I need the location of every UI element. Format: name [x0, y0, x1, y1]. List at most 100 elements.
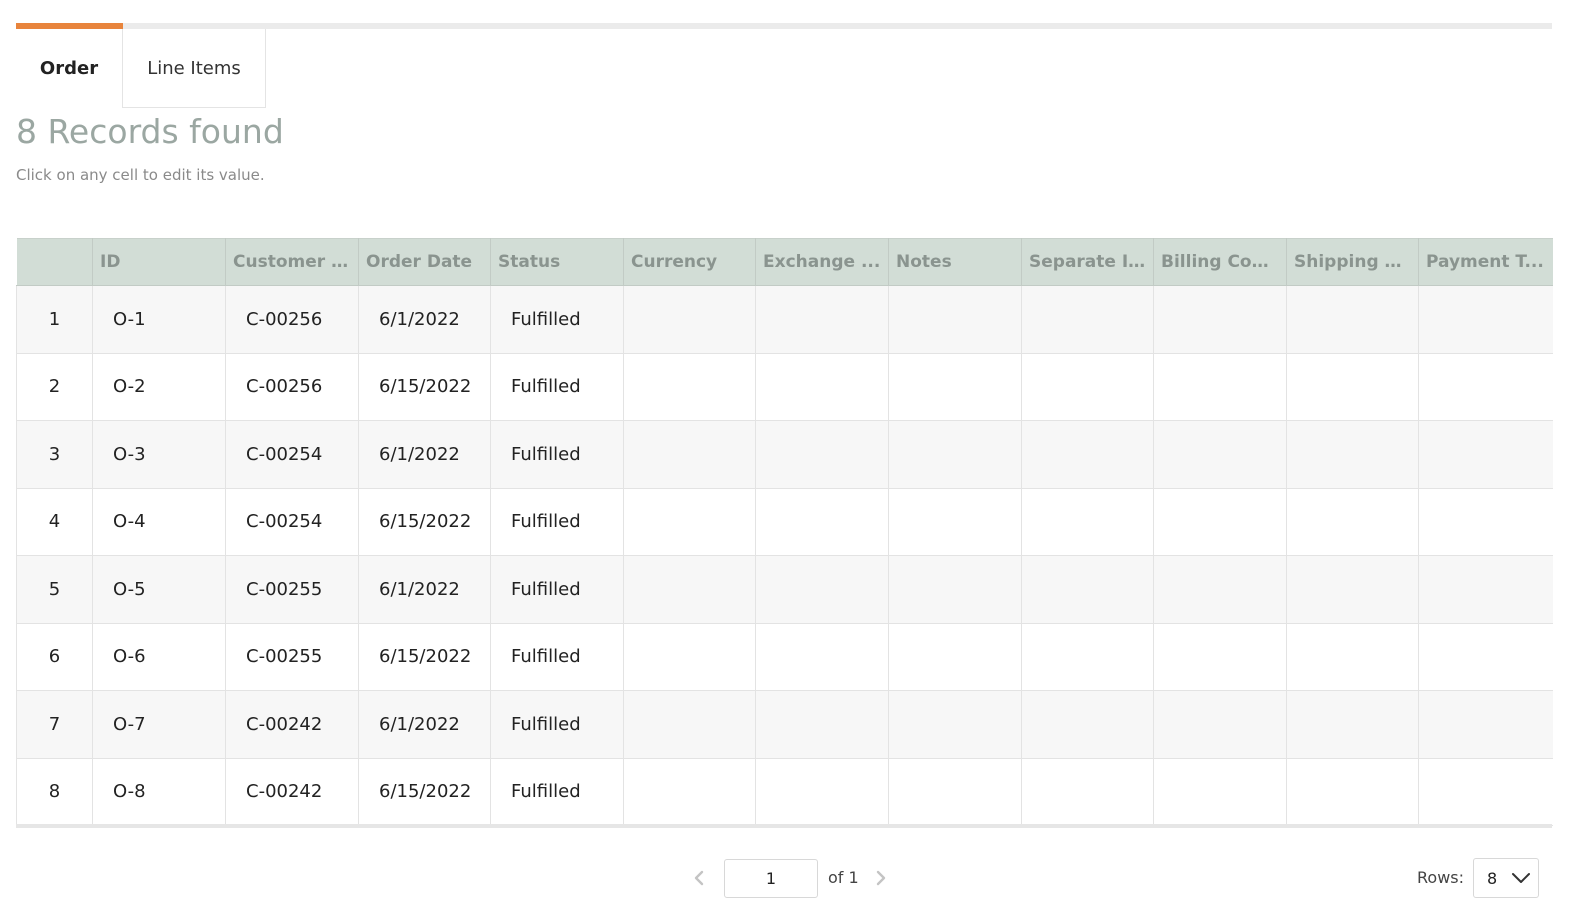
- status-cell[interactable]: Fulfilled: [490, 623, 624, 691]
- status-cell[interactable]: Fulfilled: [490, 420, 624, 489]
- billing-contact-cell[interactable]: [1153, 555, 1287, 624]
- notes-cell[interactable]: [888, 420, 1022, 489]
- id-cell[interactable]: O-4: [92, 488, 226, 556]
- notes-cell[interactable]: [888, 690, 1022, 759]
- id-cell[interactable]: O-1: [92, 285, 226, 354]
- shipping-contact-cell[interactable]: [1286, 285, 1419, 354]
- status-cell[interactable]: Fulfilled: [490, 758, 624, 826]
- order-date-cell[interactable]: 6/1/2022: [358, 690, 491, 759]
- rows-per-page-select[interactable]: 8: [1473, 858, 1539, 898]
- column-header-shipping-contact[interactable]: Shipping C...: [1286, 238, 1419, 286]
- shipping-contact-cell[interactable]: [1286, 758, 1419, 826]
- exchange-rate-cell[interactable]: [755, 420, 889, 489]
- payment-terms-cell[interactable]: [1418, 353, 1553, 421]
- id-cell[interactable]: O-8: [92, 758, 226, 826]
- shipping-contact-cell[interactable]: [1286, 690, 1419, 759]
- status-cell[interactable]: Fulfilled: [490, 690, 624, 759]
- status-cell[interactable]: Fulfilled: [490, 353, 624, 421]
- billing-contact-cell[interactable]: [1153, 623, 1287, 691]
- customer-id-cell[interactable]: C-00256: [225, 285, 359, 354]
- separate-invoice-cell[interactable]: [1021, 285, 1154, 354]
- payment-terms-cell[interactable]: [1418, 690, 1553, 759]
- separate-invoice-cell[interactable]: [1021, 353, 1154, 421]
- shipping-contact-cell[interactable]: [1286, 623, 1419, 691]
- billing-contact-cell[interactable]: [1153, 690, 1287, 759]
- currency-cell[interactable]: [623, 420, 756, 489]
- payment-terms-cell[interactable]: [1418, 555, 1553, 624]
- column-header-notes[interactable]: Notes: [888, 238, 1022, 286]
- order-date-cell[interactable]: 6/1/2022: [358, 420, 491, 489]
- status-cell[interactable]: Fulfilled: [490, 555, 624, 624]
- currency-cell[interactable]: [623, 488, 756, 556]
- id-cell[interactable]: O-3: [92, 420, 226, 489]
- column-header-billing-contact[interactable]: Billing Con...: [1153, 238, 1287, 286]
- notes-cell[interactable]: [888, 555, 1022, 624]
- column-header-currency[interactable]: Currency: [623, 238, 756, 286]
- column-header-payment-terms[interactable]: Payment T...: [1418, 238, 1553, 286]
- column-header-exchange-rate[interactable]: Exchange ...: [755, 238, 889, 286]
- column-header-status[interactable]: Status: [490, 238, 624, 286]
- customer-id-cell[interactable]: C-00254: [225, 488, 359, 556]
- page-number-input[interactable]: [724, 859, 818, 898]
- order-date-cell[interactable]: 6/15/2022: [358, 758, 491, 826]
- currency-cell[interactable]: [623, 758, 756, 826]
- column-header-separate-invoice[interactable]: Separate I...: [1021, 238, 1154, 286]
- customer-id-cell[interactable]: C-00256: [225, 353, 359, 421]
- id-cell[interactable]: O-6: [92, 623, 226, 691]
- payment-terms-cell[interactable]: [1418, 488, 1553, 556]
- order-date-cell[interactable]: 6/1/2022: [358, 555, 491, 624]
- shipping-contact-cell[interactable]: [1286, 488, 1419, 556]
- previous-page-button[interactable]: [688, 866, 710, 890]
- customer-id-cell[interactable]: C-00242: [225, 758, 359, 826]
- exchange-rate-cell[interactable]: [755, 353, 889, 421]
- status-cell[interactable]: Fulfilled: [490, 488, 624, 556]
- customer-id-cell[interactable]: C-00242: [225, 690, 359, 759]
- currency-cell[interactable]: [623, 690, 756, 759]
- exchange-rate-cell[interactable]: [755, 758, 889, 826]
- payment-terms-cell[interactable]: [1418, 758, 1553, 826]
- billing-contact-cell[interactable]: [1153, 758, 1287, 826]
- notes-cell[interactable]: [888, 488, 1022, 556]
- separate-invoice-cell[interactable]: [1021, 623, 1154, 691]
- currency-cell[interactable]: [623, 285, 756, 354]
- separate-invoice-cell[interactable]: [1021, 555, 1154, 624]
- customer-id-cell[interactable]: C-00255: [225, 555, 359, 624]
- id-cell[interactable]: O-7: [92, 690, 226, 759]
- shipping-contact-cell[interactable]: [1286, 420, 1419, 489]
- separate-invoice-cell[interactable]: [1021, 420, 1154, 489]
- separate-invoice-cell[interactable]: [1021, 690, 1154, 759]
- order-date-cell[interactable]: 6/1/2022: [358, 285, 491, 354]
- customer-id-cell[interactable]: C-00254: [225, 420, 359, 489]
- exchange-rate-cell[interactable]: [755, 555, 889, 624]
- order-date-cell[interactable]: 6/15/2022: [358, 623, 491, 691]
- currency-cell[interactable]: [623, 623, 756, 691]
- tab-order[interactable]: Order: [16, 29, 122, 108]
- customer-id-cell[interactable]: C-00255: [225, 623, 359, 691]
- notes-cell[interactable]: [888, 758, 1022, 826]
- notes-cell[interactable]: [888, 285, 1022, 354]
- tab-line-items[interactable]: Line Items: [122, 29, 266, 108]
- id-cell[interactable]: O-2: [92, 353, 226, 421]
- notes-cell[interactable]: [888, 353, 1022, 421]
- payment-terms-cell[interactable]: [1418, 285, 1553, 354]
- currency-cell[interactable]: [623, 555, 756, 624]
- shipping-contact-cell[interactable]: [1286, 555, 1419, 624]
- next-page-button[interactable]: [870, 866, 892, 890]
- exchange-rate-cell[interactable]: [755, 285, 889, 354]
- exchange-rate-cell[interactable]: [755, 623, 889, 691]
- order-date-cell[interactable]: 6/15/2022: [358, 488, 491, 556]
- payment-terms-cell[interactable]: [1418, 623, 1553, 691]
- exchange-rate-cell[interactable]: [755, 690, 889, 759]
- id-cell[interactable]: O-5: [92, 555, 226, 624]
- column-header-id[interactable]: ID: [92, 238, 226, 286]
- exchange-rate-cell[interactable]: [755, 488, 889, 556]
- separate-invoice-cell[interactable]: [1021, 758, 1154, 826]
- billing-contact-cell[interactable]: [1153, 285, 1287, 354]
- billing-contact-cell[interactable]: [1153, 353, 1287, 421]
- billing-contact-cell[interactable]: [1153, 420, 1287, 489]
- notes-cell[interactable]: [888, 623, 1022, 691]
- currency-cell[interactable]: [623, 353, 756, 421]
- column-header-order-date[interactable]: Order Date: [358, 238, 491, 286]
- billing-contact-cell[interactable]: [1153, 488, 1287, 556]
- payment-terms-cell[interactable]: [1418, 420, 1553, 489]
